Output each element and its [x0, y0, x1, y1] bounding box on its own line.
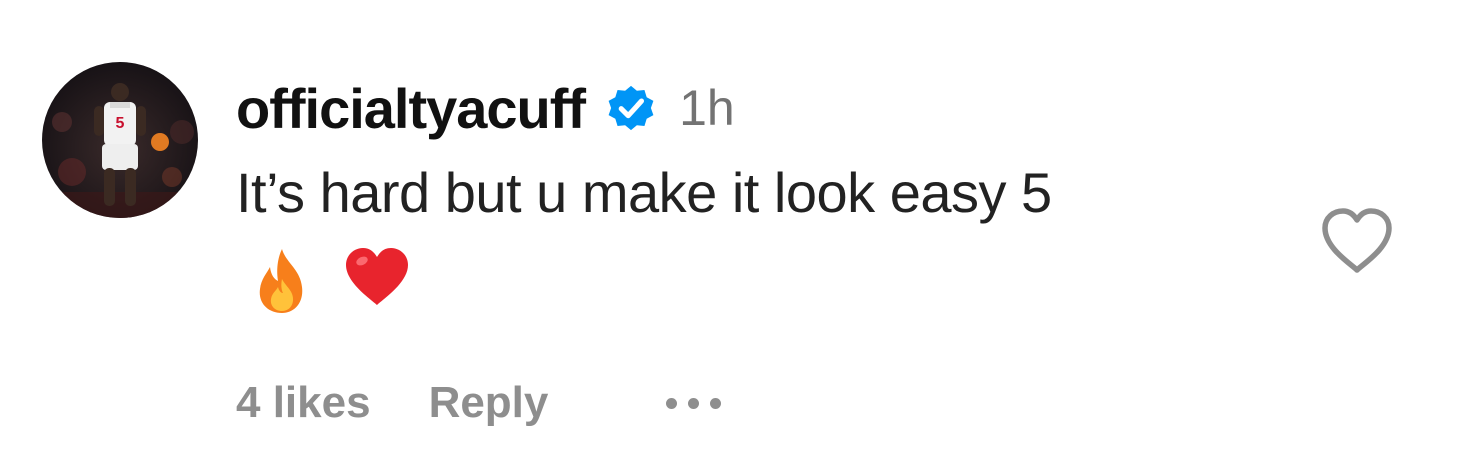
dot	[710, 397, 722, 409]
dot	[666, 397, 678, 409]
like-heart-icon[interactable]	[1318, 206, 1396, 278]
comment-footer: 4 likes Reply	[236, 372, 722, 434]
comment: 5 officialtyacuff 1h It’s hard but u mak…	[0, 0, 1460, 475]
reply-button[interactable]: Reply	[429, 378, 549, 428]
verified-badge-icon	[603, 80, 659, 136]
emoji-row	[250, 242, 434, 318]
red-heart-emoji-icon	[342, 245, 408, 315]
svg-text:5: 5	[116, 115, 125, 132]
likes-count[interactable]: 4 likes	[236, 378, 371, 428]
comment-header: officialtyacuff 1h	[236, 70, 735, 146]
timestamp[interactable]: 1h	[679, 79, 735, 137]
fire-emoji-icon	[250, 245, 314, 315]
dot	[688, 397, 700, 409]
avatar[interactable]: 5	[42, 62, 198, 218]
comment-text: It’s hard but u make it look easy 5	[236, 161, 1052, 224]
username[interactable]: officialtyacuff	[236, 76, 586, 141]
more-options-icon[interactable]	[666, 383, 722, 423]
